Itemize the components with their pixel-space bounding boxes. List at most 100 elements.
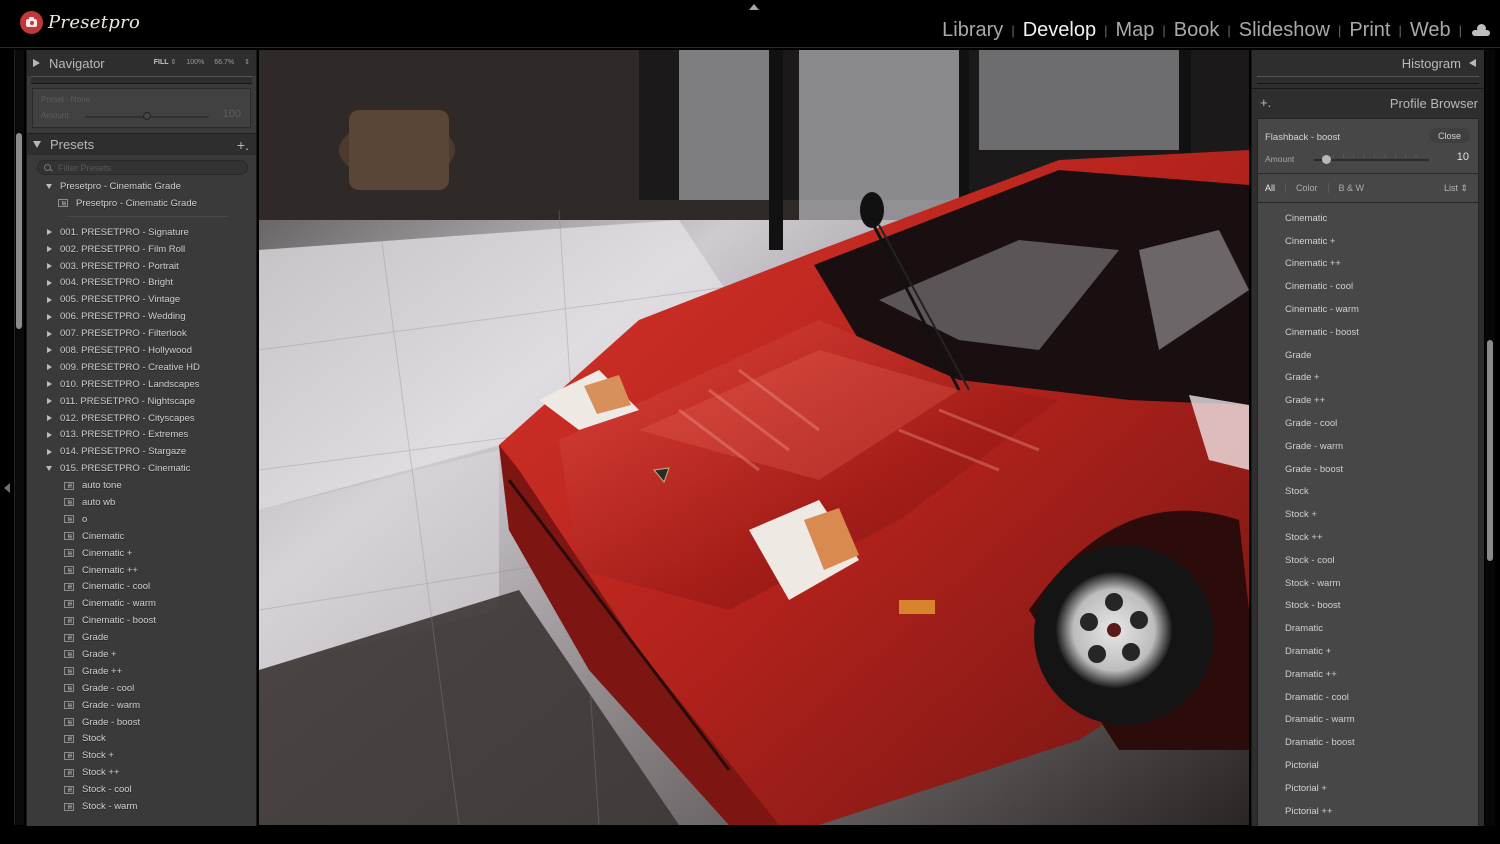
preset-group[interactable]: Presetpro - Cinematic Grade [27,178,256,195]
profile-item[interactable]: Grade - warm [1258,435,1478,458]
preset-item[interactable]: Presetpro - Cinematic Grade [27,195,256,212]
module-book[interactable]: Book [1174,19,1220,42]
expand-triangle-icon[interactable] [47,296,52,303]
cloud-icon[interactable] [1472,23,1490,36]
histogram-header[interactable]: Histogram [1252,50,1484,76]
left-panel-scroll-thumb[interactable] [16,133,22,329]
zoom-fill[interactable]: FILL ⇕ [154,58,177,66]
module-library[interactable]: Library [942,19,1003,42]
preset-item[interactable]: Stock - warm [27,798,256,815]
filter-presets-input[interactable] [58,162,228,173]
add-preset-button[interactable]: +. [237,137,249,153]
profile-item[interactable]: Cinematic [1258,207,1478,230]
profile-filter-all[interactable]: All [1265,183,1275,193]
photo-viewer[interactable] [259,50,1249,825]
preset-group[interactable]: 007. PRESETPRO - Filterlook [27,325,256,342]
expand-triangle-icon[interactable] [47,347,52,354]
preset-item[interactable]: Stock ++ [27,764,256,781]
profile-item[interactable]: Cinematic - cool [1258,275,1478,298]
expand-triangle-icon[interactable] [47,381,52,388]
module-web[interactable]: Web [1410,19,1451,42]
module-develop[interactable]: Develop [1023,19,1096,42]
preset-item[interactable]: Stock + [27,747,256,764]
expand-triangle-icon[interactable] [47,279,52,286]
preset-group[interactable]: 006. PRESETPRO - Wedding [27,308,256,325]
expand-triangle-icon[interactable] [47,448,52,455]
preset-item[interactable]: Cinematic [27,528,256,545]
profile-item[interactable]: Stock ++ [1258,526,1478,549]
profile-item[interactable]: Pictorial + [1258,777,1478,800]
collapse-triangle-icon[interactable] [33,141,41,148]
profile-item[interactable]: Pictorial ++ [1258,800,1478,823]
profile-item[interactable]: Grade [1258,344,1478,367]
zoom-stepper-icon[interactable]: ⇕ [244,58,250,66]
profile-item[interactable]: Dramatic - boost [1258,731,1478,754]
preset-group[interactable]: 004. PRESETPRO - Bright [27,274,256,291]
filter-presets-field[interactable] [37,160,248,175]
profile-item[interactable]: Cinematic - warm [1258,298,1478,321]
profile-filter-b-w[interactable]: B & W [1339,183,1365,193]
preset-group[interactable]: 012. PRESETPRO - Cityscapes [27,410,256,427]
profile-item[interactable]: Stock - warm [1258,572,1478,595]
preset-group[interactable]: 003. PRESETPRO - Portrait [27,258,256,275]
profile-item[interactable]: Grade - boost [1258,458,1478,481]
navigator-header[interactable]: Navigator FILL ⇕ 100% 66.7% ⇕ [27,50,256,76]
profile-item[interactable]: Dramatic - warm [1258,709,1478,732]
preset-item[interactable]: o [27,511,256,528]
zoom-66[interactable]: 66.7% [214,59,234,66]
preset-item[interactable]: Grade + [27,646,256,663]
expand-triangle-icon[interactable] [47,313,52,320]
profile-item[interactable]: Dramatic ++ [1258,663,1478,686]
profile-item[interactable]: Grade - cool [1258,412,1478,435]
preset-item[interactable]: auto wb [27,494,256,511]
module-map[interactable]: Map [1115,19,1154,42]
preset-group[interactable]: 014. PRESETPRO - Stargaze [27,443,256,460]
profile-amount-knob[interactable] [1321,155,1331,164]
preset-item[interactable]: auto tone [27,477,256,494]
collapse-triangle-icon[interactable] [46,183,52,189]
view-mode-select[interactable]: List ⇕ [1444,183,1468,194]
expand-triangle-icon[interactable] [47,364,52,371]
profile-item[interactable]: Dramatic + [1258,640,1478,663]
preset-item[interactable]: Cinematic - cool [27,578,256,595]
profile-item[interactable]: Dramatic [1258,617,1478,640]
profile-item[interactable]: Stock - boost [1258,595,1478,618]
preset-item[interactable]: Cinematic - warm [27,595,256,612]
expand-triangle-icon[interactable] [47,246,52,253]
preset-group[interactable]: 013. PRESETPRO - Extremes [27,426,256,443]
profile-item[interactable]: Stock [1258,481,1478,504]
preset-item[interactable]: Stock [27,731,256,748]
preset-group[interactable]: 009. PRESETPRO - Creative HD [27,359,256,376]
close-profile-browser-button[interactable]: Close [1428,128,1470,143]
expand-triangle-icon[interactable] [1469,59,1476,67]
profile-item[interactable]: Stock - cool [1258,549,1478,572]
profile-item[interactable]: Dramatic - cool [1258,686,1478,709]
preset-item[interactable]: Grade - cool [27,680,256,697]
zoom-100[interactable]: 100% [186,59,204,66]
preset-amount-knob[interactable] [143,112,151,120]
preset-group[interactable]: 002. PRESETPRO - Film Roll [27,241,256,258]
expand-triangle-icon[interactable] [33,59,40,67]
expand-triangle-icon[interactable] [47,415,52,422]
presets-header[interactable]: Presets +. [27,133,256,155]
preset-group[interactable]: 015. PRESETPRO - Cinematic [27,460,256,477]
module-print[interactable]: Print [1349,19,1390,42]
preset-item[interactable]: Grade [27,629,256,646]
preset-group[interactable]: 011. PRESETPRO - Nightscape [27,393,256,410]
expand-triangle-icon[interactable] [47,431,52,438]
preset-item[interactable]: Stock - cool [27,781,256,798]
profile-item[interactable]: Cinematic ++ [1258,253,1478,276]
profile-filter-color[interactable]: Color [1296,183,1318,193]
preset-group[interactable]: 010. PRESETPRO - Landscapes [27,376,256,393]
preset-group[interactable]: 008. PRESETPRO - Hollywood [27,342,256,359]
module-slideshow[interactable]: Slideshow [1239,19,1330,42]
profile-item[interactable]: Cinematic - boost [1258,321,1478,344]
profile-item[interactable]: Cinematic + [1258,230,1478,253]
preset-group[interactable]: 005. PRESETPRO - Vintage [27,291,256,308]
preset-item[interactable]: Cinematic ++ [27,562,256,579]
profile-item[interactable]: Grade ++ [1258,389,1478,412]
profile-item[interactable]: Pictorial [1258,754,1478,777]
expand-triangle-icon[interactable] [47,398,52,405]
add-profile-button[interactable]: +. [1260,95,1271,110]
preset-item[interactable]: Cinematic - boost [27,612,256,629]
